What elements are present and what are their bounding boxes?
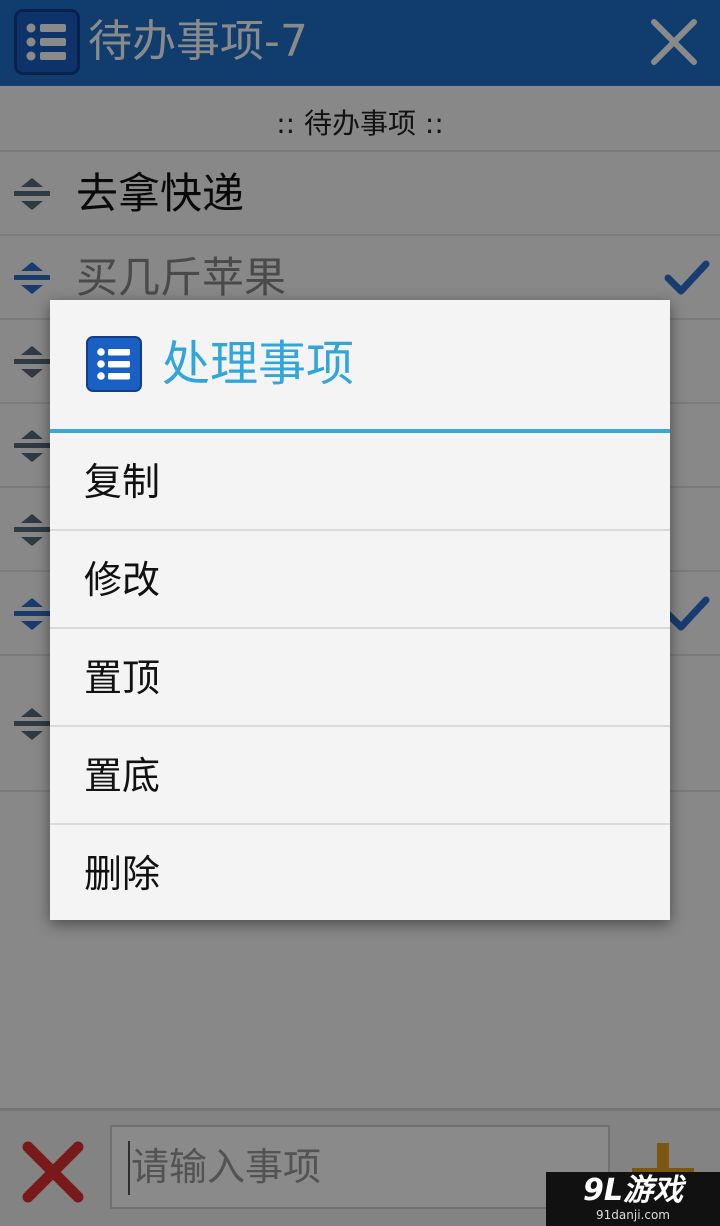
watermark-sub: 91danji.com <box>596 1208 670 1222</box>
menu-item-label: 删除 <box>84 852 161 896</box>
menu-item-label: 修改 <box>84 558 161 602</box>
menu-item-label: 置底 <box>84 754 161 798</box>
watermark-main: 9L游戏 <box>583 1173 683 1208</box>
menu-item-move-bottom[interactable]: 置底 <box>50 727 670 825</box>
menu-item-copy[interactable]: 复制 <box>50 433 670 531</box>
dialog-title: 处理事项 <box>162 336 355 392</box>
menu-item-edit[interactable]: 修改 <box>50 531 670 629</box>
menu-item-delete[interactable]: 删除 <box>50 825 670 920</box>
watermark-logo: 9L游戏 91danji.com <box>546 1172 720 1226</box>
menu-item-move-top[interactable]: 置顶 <box>50 629 670 727</box>
action-dialog: 处理事项 复制 修改 置顶 置底 删除 <box>50 300 670 920</box>
dialog-header: 处理事项 <box>50 300 670 430</box>
list-icon <box>86 336 142 392</box>
menu-item-label: 复制 <box>84 460 161 504</box>
menu-item-label: 置顶 <box>84 656 161 700</box>
